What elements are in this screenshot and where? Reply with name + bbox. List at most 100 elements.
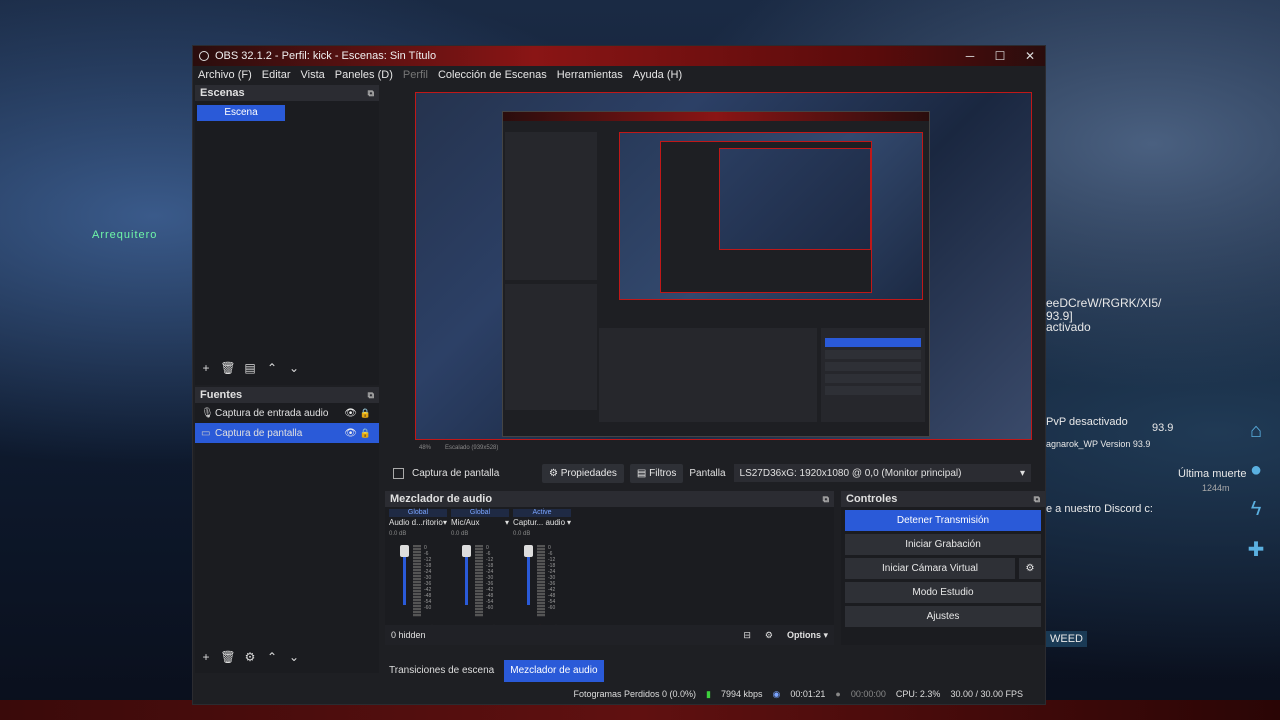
fps: 30.00 / 30.00 FPS bbox=[950, 689, 1023, 699]
source-label: Captura de entrada audio bbox=[215, 407, 329, 419]
sources-title: Fuentes bbox=[200, 389, 243, 401]
chevron-down-icon[interactable]: ▾ bbox=[443, 517, 447, 529]
gear-icon[interactable]: ⚙ bbox=[1019, 558, 1041, 579]
chevron-down-icon: ▾ bbox=[1019, 467, 1025, 479]
preview-zoom[interactable]: 48% bbox=[419, 445, 431, 451]
nested-vcam-button bbox=[825, 362, 921, 371]
fader-handle[interactable] bbox=[462, 545, 471, 557]
tab-audio-mixer[interactable]: Mezclador de audio bbox=[504, 660, 604, 682]
microphone-icon: 🎙 bbox=[201, 407, 214, 419]
start-virtual-camera-button[interactable]: Iniciar Cámara Virtual ⚙ bbox=[845, 558, 1041, 579]
screen-select[interactable]: LS27D36xG: 1920x1080 @ 0,0 (Monitor prin… bbox=[733, 464, 1031, 482]
start-recording-button[interactable]: Iniciar Grabación bbox=[845, 534, 1041, 555]
dock-float-icon[interactable]: ⧉ bbox=[823, 494, 829, 505]
obs-logo-icon bbox=[199, 51, 209, 61]
menu-ayuda[interactable]: Ayuda (H) bbox=[628, 69, 687, 81]
mixer-channel-mic: Global Mic/Aux ▾ 0.0 dB 0 -6 -12 -18 -24 -30 -3… bbox=[451, 509, 509, 641]
move-up-icon[interactable]: ⌃ bbox=[261, 361, 283, 375]
source-item-screen-capture[interactable]: ▭ Captura de pantalla 👁 🔒 bbox=[195, 423, 379, 443]
chevron-down-icon[interactable]: ▾ bbox=[505, 517, 509, 529]
menu-perfil[interactable]: Perfil bbox=[398, 69, 433, 81]
nested-preview-2 bbox=[660, 141, 872, 293]
lock-icon[interactable]: 🔒 bbox=[360, 428, 371, 439]
move-down-icon[interactable]: ⌄ bbox=[283, 361, 305, 375]
close-button[interactable]: ✕ bbox=[1015, 46, 1045, 66]
add-scene-icon[interactable]: + bbox=[195, 361, 217, 375]
remove-source-icon[interactable]: 🗑 bbox=[217, 650, 239, 664]
filters-button[interactable]: ▤ Filtros bbox=[629, 463, 684, 483]
audio-mixer-dock: Mezclador de audio ⧉ Global Audio d...rit… bbox=[385, 491, 834, 645]
menu-herramientas[interactable]: Herramientas bbox=[552, 69, 628, 81]
menu-paneles[interactable]: Paneles (D) bbox=[330, 69, 398, 81]
menu-archivo[interactable]: Archivo (F) bbox=[193, 69, 257, 81]
nested-title bbox=[503, 112, 929, 121]
screen-select-value: LS27D36xG: 1920x1080 @ 0,0 (Monitor prin… bbox=[739, 467, 962, 479]
level-meter bbox=[537, 545, 545, 617]
channel-monitor-mode[interactable]: Global bbox=[451, 509, 509, 517]
studio-mode-button[interactable]: Modo Estudio bbox=[845, 582, 1041, 603]
source-checkbox[interactable] bbox=[393, 467, 404, 479]
channel-monitor-mode[interactable]: Active bbox=[513, 509, 571, 517]
menu-coleccion[interactable]: Colección de Escenas bbox=[433, 69, 552, 81]
nested-menu bbox=[503, 121, 929, 129]
monitor-icon: ▭ bbox=[201, 427, 211, 439]
preview-canvas[interactable] bbox=[415, 92, 1032, 440]
nested-mixer bbox=[599, 328, 817, 422]
level-meter bbox=[475, 545, 483, 617]
dock-float-icon[interactable]: ⧉ bbox=[368, 88, 374, 99]
scene-filters-icon[interactable]: ▤ bbox=[239, 361, 261, 375]
lock-icon[interactable]: 🔒 bbox=[360, 408, 371, 419]
scene-item[interactable]: Escena bbox=[197, 105, 285, 121]
channel-monitor-mode[interactable]: Global bbox=[389, 509, 447, 517]
minimize-button[interactable]: ─ bbox=[955, 46, 985, 66]
cpu-usage: CPU: 2.3% bbox=[895, 689, 941, 699]
mixer-title: Mezclador de audio bbox=[390, 493, 493, 505]
maximize-button[interactable]: ☐ bbox=[985, 46, 1015, 66]
nested-settings-button bbox=[825, 386, 921, 395]
bg-last-death: Última muerte bbox=[1178, 468, 1247, 480]
title-bar[interactable]: OBS 32.1.2 - Perfil: kick - Escenas: Sin… bbox=[193, 46, 1045, 66]
chevron-down-icon[interactable]: ▾ bbox=[567, 517, 571, 529]
bg-discord: e a nuestro Discord c: bbox=[1046, 503, 1153, 515]
source-item-audio-input[interactable]: 🎙 Captura de entrada audio 👁 🔒 bbox=[195, 403, 379, 423]
preview-scale[interactable]: Escalado (939x528) bbox=[445, 445, 498, 451]
settings-button[interactable]: Ajustes bbox=[845, 606, 1041, 627]
visibility-eye-icon[interactable]: 👁 bbox=[344, 428, 357, 439]
nested-preview-3 bbox=[719, 148, 871, 250]
advanced-audio-icon[interactable]: ⚙ bbox=[765, 630, 773, 641]
move-down-icon[interactable]: ⌄ bbox=[283, 650, 305, 664]
fader-handle[interactable] bbox=[400, 545, 409, 557]
layout-toggle-icon[interactable]: ⊟ bbox=[743, 630, 751, 641]
bg-pvp-val: 93.9 bbox=[1152, 422, 1174, 434]
bg-weed: WEED bbox=[1046, 631, 1087, 647]
gear-icon: ⚙ bbox=[549, 467, 561, 479]
dock-float-icon[interactable]: ⧉ bbox=[1034, 494, 1040, 505]
channel-name: Mic/Aux bbox=[451, 518, 480, 527]
menu-vista[interactable]: Vista bbox=[296, 69, 330, 81]
channel-db: 0.0 dB bbox=[451, 531, 469, 537]
drop-icon: ● bbox=[1249, 459, 1263, 481]
filter-icon: ▤ bbox=[636, 467, 650, 479]
sources-toolbar: + 🗑 ⚙ ⌃ ⌄ bbox=[195, 650, 305, 664]
mixer-footer: 0 hidden ⊟ ⚙ Options ▾ bbox=[385, 625, 834, 645]
meter-ticks: 0 -6 -12 -18 -24 -30 -36 -42 -48 -54 -60 bbox=[486, 545, 494, 611]
stop-stream-button[interactable]: Detener Transmisión bbox=[845, 510, 1041, 531]
move-up-icon[interactable]: ⌃ bbox=[261, 650, 283, 664]
add-source-icon[interactable]: + bbox=[195, 650, 217, 664]
remove-scene-icon[interactable]: 🗑 bbox=[217, 361, 239, 375]
level-meter bbox=[413, 545, 421, 617]
fader-handle[interactable] bbox=[524, 545, 533, 557]
dock-float-icon[interactable]: ⧉ bbox=[368, 390, 374, 401]
nested-scenes bbox=[505, 132, 597, 280]
visibility-eye-icon[interactable]: 👁 bbox=[344, 408, 357, 419]
source-properties-icon[interactable]: ⚙ bbox=[239, 650, 261, 664]
record-time: 00:00:00 bbox=[850, 689, 886, 699]
tab-scene-transitions[interactable]: Transiciones de escena bbox=[383, 660, 501, 682]
scenes-dock: Escenas ⧉ Escena + 🗑 ▤ ⌃ ⌄ bbox=[195, 85, 379, 385]
controls-title: Controles bbox=[846, 493, 898, 505]
sources-dock: Fuentes ⧉ 🎙 Captura de entrada audio 👁 🔒 … bbox=[195, 387, 379, 673]
properties-button[interactable]: ⚙ Propiedades bbox=[542, 463, 624, 483]
options-menu[interactable]: Options ▾ bbox=[787, 630, 828, 641]
scenes-toolbar: + 🗑 ▤ ⌃ ⌄ bbox=[195, 361, 305, 375]
menu-editar[interactable]: Editar bbox=[257, 69, 296, 81]
